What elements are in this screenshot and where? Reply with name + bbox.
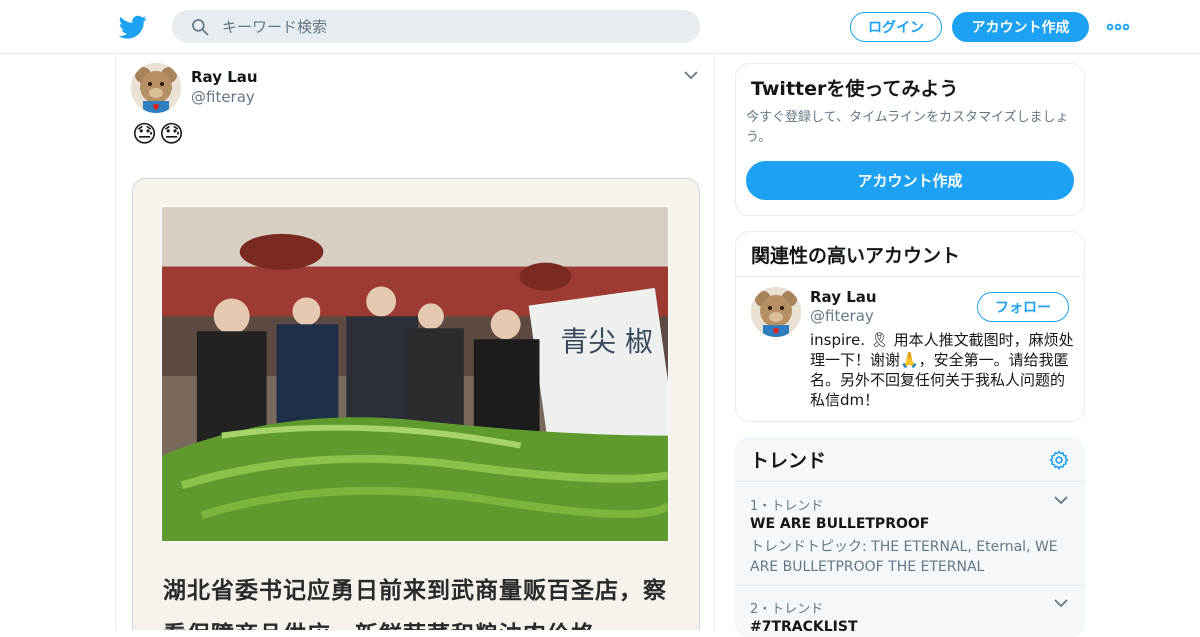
search-box[interactable]	[172, 10, 700, 43]
trend-meta: 2・トレンド	[750, 602, 824, 617]
related-accounts-title: 関連性の高いアカウント	[751, 245, 961, 267]
gear-icon[interactable]	[1048, 449, 1070, 471]
tweet-author-handle[interactable]: @fiteray	[191, 88, 255, 106]
tweet-author-name[interactable]: Ray Lau	[191, 68, 258, 86]
signup-card: Twitterを使ってみよう 今すぐ登録して、タイムラインをカスタマイズしましょ…	[735, 63, 1085, 216]
image-caption-text: 湖北省委书记应勇日前来到武商量贩百圣店，察看保障商品供应，新鲜蔬菜和粮油肉价格	[163, 578, 667, 630]
related-account-name[interactable]: Ray Lau	[810, 288, 877, 306]
related-account-bio: inspire. 🎗 用本人推文截图时，麻烦处理一下！谢谢🙏，安全第一。请给我匿…	[810, 331, 1074, 409]
trend-item[interactable]: 1・トレンド WE ARE BULLETPROOF トレンドトピック: THE …	[735, 483, 1085, 586]
trend-item[interactable]: 2・トレンド #7TRACKLIST	[735, 586, 1085, 637]
signup-button[interactable]: アカウント作成	[952, 12, 1089, 42]
more-dots-icon[interactable]	[1106, 19, 1130, 35]
login-button[interactable]: ログイン	[850, 12, 942, 42]
signup-card-title: Twitterを使ってみよう	[751, 78, 959, 100]
related-accounts-header: 関連性の高いアカウント	[736, 232, 1084, 277]
chevron-down-icon[interactable]	[683, 70, 699, 80]
signup-card-description: 今すぐ登録して、タイムラインをカスタマイズしましょう。	[746, 110, 1069, 145]
chevron-down-icon[interactable]	[1053, 598, 1069, 608]
teddy-bear-avatar-image	[131, 63, 181, 113]
chevron-down-icon[interactable]	[1053, 495, 1069, 505]
related-avatar[interactable]	[751, 287, 801, 337]
trend-meta: 1・トレンド	[750, 499, 824, 514]
search-input[interactable]	[222, 10, 682, 43]
search-icon	[192, 19, 209, 36]
trend-name[interactable]: WE ARE BULLETPROOF	[750, 516, 929, 532]
trends-card: トレンド 1・トレンド WE ARE BULLETPROOF トレンドトピック:…	[735, 437, 1085, 637]
supermarket-photo: 青尖 椒	[161, 206, 669, 542]
trend-name[interactable]: #7TRACKLIST	[750, 619, 858, 635]
related-accounts-card: 関連性の高いアカウント Ray Lau @fiteray フォロー inspir…	[735, 231, 1085, 422]
top-navigation-bar: ログイン アカウント作成	[0, 0, 1200, 54]
follow-button[interactable]: フォロー	[977, 292, 1069, 322]
avatar[interactable]	[131, 63, 181, 113]
tweet-column: Ray Lau @fiteray 😓😓 青尖 椒 湖北省委书记应勇日前来到武商量…	[115, 54, 715, 630]
signup-card-button[interactable]: アカウント作成	[746, 161, 1074, 200]
svg-text:青尖 椒: 青尖 椒	[560, 325, 653, 358]
trends-title: トレンド	[750, 450, 827, 472]
trend-description: トレンドトピック: THE ETERNAL, Eternal, WE ARE B…	[750, 539, 1058, 575]
trends-header: トレンド	[735, 437, 1085, 482]
tweet-text: 😓😓	[132, 120, 187, 148]
twitter-bird-icon[interactable]	[119, 13, 147, 41]
related-account-handle[interactable]: @fiteray	[810, 307, 874, 325]
teddy-bear-avatar-image	[751, 287, 801, 337]
tweet-media-image[interactable]: 青尖 椒 湖北省委书记应勇日前来到武商量贩百圣店，察看保障商品供应，新鲜蔬菜和粮…	[132, 178, 700, 630]
